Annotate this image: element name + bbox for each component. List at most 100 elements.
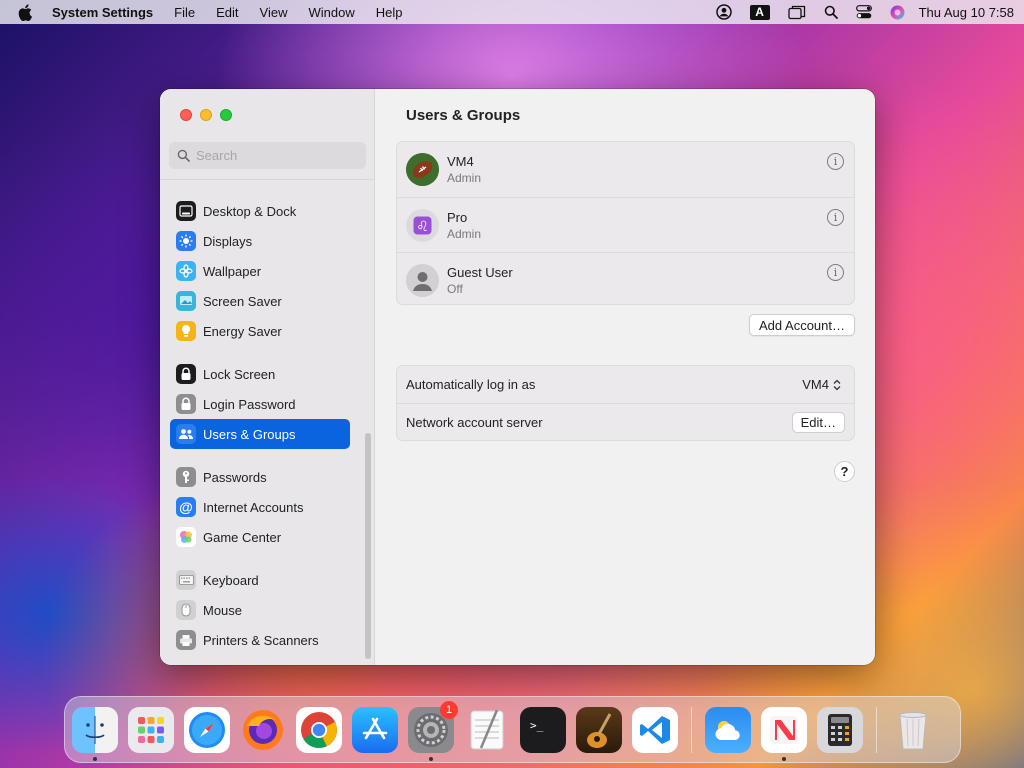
- sidebar-item-label: Mouse: [203, 602, 243, 618]
- lock-screen-icon: [176, 364, 196, 384]
- weather-icon[interactable]: [705, 706, 751, 753]
- menu-window[interactable]: Window: [308, 5, 354, 20]
- search-icon: [177, 149, 190, 162]
- sidebar-item-screen-saver[interactable]: Screen Saver: [170, 286, 350, 316]
- user-name: VM4: [447, 154, 474, 169]
- info-icon[interactable]: i: [827, 153, 844, 170]
- sidebar-item-game-center[interactable]: Game Center: [170, 522, 350, 552]
- sidebar-scrollbar[interactable]: [365, 433, 371, 659]
- sidebar-item-desktop-dock[interactable]: Desktop & Dock: [170, 196, 350, 226]
- menu-edit[interactable]: Edit: [216, 5, 238, 20]
- svg-text:♌: ♌: [416, 219, 429, 235]
- menu-help[interactable]: Help: [376, 5, 403, 20]
- sidebar: Desktop & Dock Displays Wallpaper Screen…: [160, 89, 375, 665]
- add-account-button[interactable]: Add Account…: [749, 314, 855, 336]
- sidebar-item-label: Keyboard: [203, 572, 259, 588]
- news-icon[interactable]: [761, 706, 807, 761]
- input-source-icon[interactable]: A: [749, 4, 770, 20]
- window-controls: [180, 109, 240, 121]
- screen-saver-icon: [176, 291, 196, 311]
- game-center-icon: [176, 527, 196, 547]
- user-row-pro[interactable]: ♌ Pro Admin i: [397, 197, 854, 252]
- sidebar-item-internet-accounts[interactable]: @ Internet Accounts: [170, 492, 350, 522]
- screen-mirroring-icon[interactable]: [787, 5, 806, 20]
- search-field[interactable]: [169, 142, 366, 169]
- user-name: Guest User: [447, 264, 513, 280]
- football-avatar-icon: [406, 153, 439, 186]
- sidebar-item-printers-scanners[interactable]: Printers & Scanners: [170, 625, 350, 655]
- launchpad-icon[interactable]: [128, 706, 174, 753]
- chrome-icon[interactable]: [296, 706, 342, 753]
- sidebar-item-label: Internet Accounts: [203, 499, 304, 515]
- app-name-menu[interactable]: System Settings: [52, 5, 153, 20]
- garageband-icon[interactable]: [576, 706, 622, 753]
- sidebar-item-label: Lock Screen: [203, 366, 276, 382]
- running-indicator: [782, 756, 786, 761]
- info-icon[interactable]: i: [827, 264, 844, 281]
- minimize-window-button[interactable]: [200, 109, 212, 121]
- textedit-icon[interactable]: [464, 707, 510, 753]
- menu-bar: System Settings File Edit View Window He…: [0, 0, 1024, 24]
- auto-login-label: Automatically log in as: [406, 377, 536, 392]
- users-list: VM4 Admin i ♌ Pro Admin i Guest User Off…: [396, 141, 855, 305]
- search-input[interactable]: [196, 148, 356, 163]
- trash-icon[interactable]: [890, 707, 936, 753]
- sidebar-item-displays[interactable]: Displays: [170, 226, 350, 256]
- menu-clock[interactable]: Thu Aug 10 7:58: [919, 5, 1014, 20]
- apple-menu-icon[interactable]: [18, 3, 34, 21]
- firefox-icon[interactable]: [240, 707, 286, 753]
- sidebar-item-label: Displays: [203, 233, 253, 249]
- passwords-icon: [176, 467, 196, 487]
- sidebar-item-mouse[interactable]: Mouse: [170, 595, 350, 625]
- edit-network-server-button[interactable]: Edit…: [791, 411, 845, 433]
- svg-text:>_: >_: [530, 719, 544, 732]
- sidebar-item-users-groups[interactable]: Users & Groups: [170, 419, 350, 449]
- content-pane: Users & Groups VM4 Admin i ♌ Pro Admin i…: [376, 89, 875, 665]
- chevron-updown-icon: [833, 379, 841, 391]
- calculator-icon[interactable]: [817, 706, 863, 753]
- sidebar-item-label: Game Center: [203, 529, 282, 545]
- guest-avatar-icon: [406, 263, 439, 297]
- dock: 1 >_: [64, 696, 961, 763]
- finder-icon[interactable]: [72, 706, 118, 761]
- user-account-icon[interactable]: [715, 4, 732, 20]
- dock-separator: [691, 706, 692, 753]
- system-settings-window: Desktop & Dock Displays Wallpaper Screen…: [160, 89, 875, 665]
- sidebar-item-wallpaper[interactable]: Wallpaper: [170, 256, 350, 286]
- notification-badge: 1: [440, 700, 458, 719]
- help-button[interactable]: ?: [834, 461, 855, 482]
- desktop-dock-icon: [176, 201, 196, 221]
- safari-icon[interactable]: [184, 706, 230, 753]
- sidebar-item-lock-screen[interactable]: Lock Screen: [170, 359, 350, 389]
- sidebar-divider: [160, 179, 375, 180]
- close-window-button[interactable]: [180, 109, 192, 121]
- internet-accounts-icon: @: [176, 497, 196, 517]
- sidebar-item-login-password[interactable]: Login Password: [170, 389, 350, 419]
- info-icon[interactable]: i: [827, 209, 844, 226]
- auto-login-popup[interactable]: VM4: [802, 377, 841, 392]
- vscode-icon[interactable]: [632, 706, 678, 753]
- sidebar-item-passwords[interactable]: Passwords: [170, 462, 350, 492]
- user-row-guest[interactable]: Guest User Off i: [397, 252, 854, 307]
- zoom-window-button[interactable]: [220, 109, 232, 121]
- control-center-icon[interactable]: [855, 5, 872, 19]
- login-options: Automatically log in as VM4 Network acco…: [396, 365, 855, 441]
- sidebar-item-energy-saver[interactable]: Energy Saver: [170, 316, 350, 346]
- energy-saver-icon: [176, 321, 196, 341]
- user-row-vm4[interactable]: VM4 Admin i: [397, 142, 854, 197]
- siri-icon[interactable]: [890, 5, 905, 20]
- user-name: Pro: [447, 209, 468, 225]
- page-title: Users & Groups: [406, 107, 521, 124]
- displays-icon: [176, 231, 196, 251]
- mouse-icon: [176, 600, 196, 620]
- menu-view[interactable]: View: [260, 5, 288, 20]
- sidebar-item-keyboard[interactable]: Keyboard: [170, 565, 350, 595]
- app-store-icon[interactable]: [352, 706, 398, 753]
- sidebar-item-label: Wallpaper: [203, 263, 262, 279]
- menu-file[interactable]: File: [174, 5, 195, 20]
- spotlight-search-icon[interactable]: [824, 5, 838, 19]
- user-role: Off: [447, 281, 463, 296]
- user-text: VM4 Admin: [447, 154, 481, 185]
- terminal-icon[interactable]: >_: [520, 706, 566, 753]
- system-settings-icon[interactable]: 1: [408, 700, 458, 761]
